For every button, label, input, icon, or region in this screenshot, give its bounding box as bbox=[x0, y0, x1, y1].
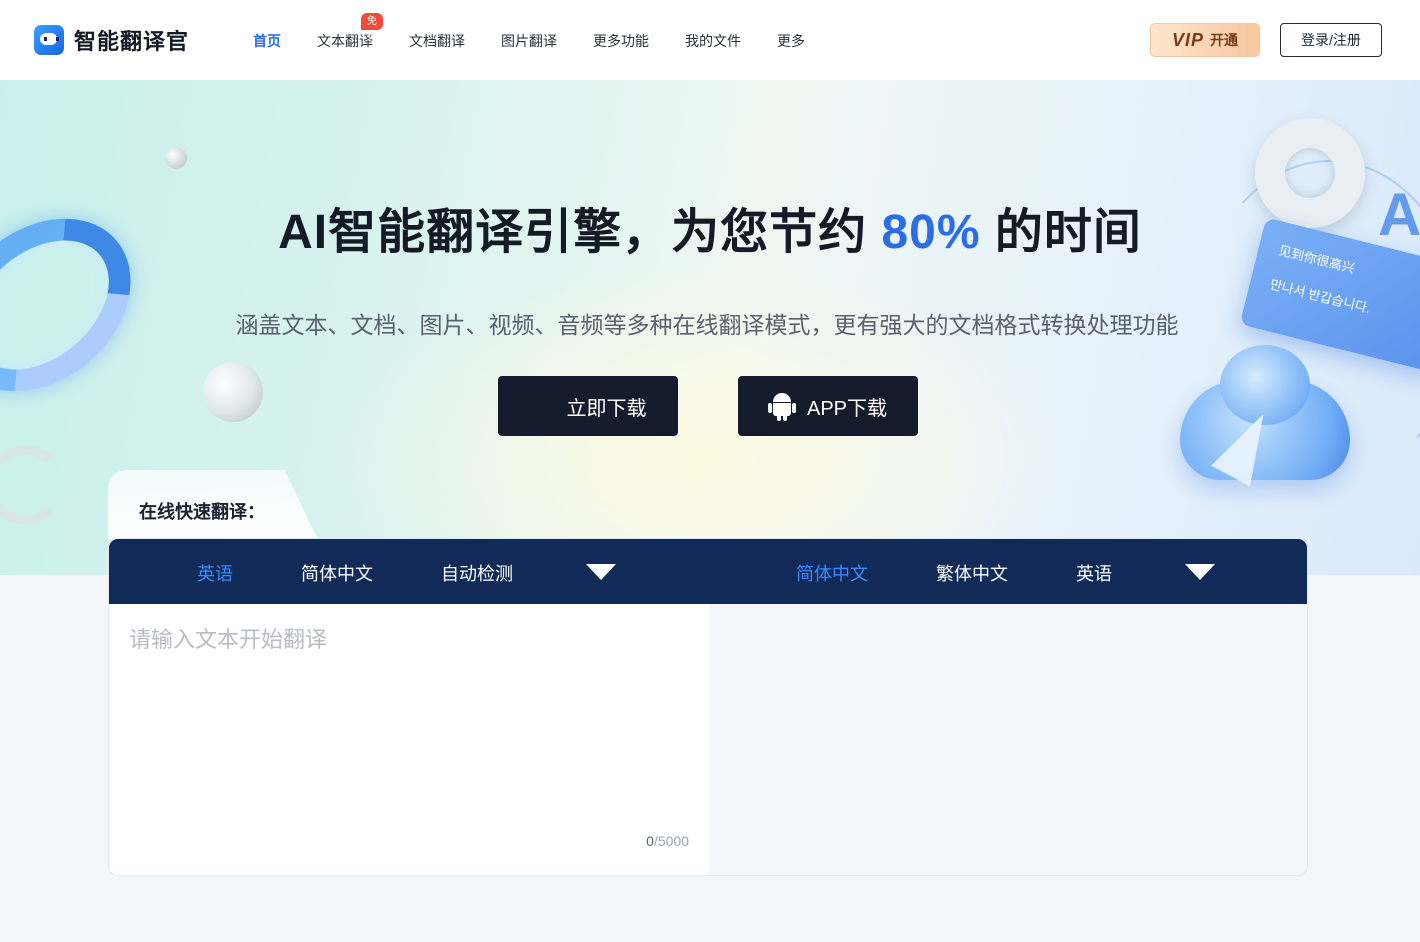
target-lang-simplified-chinese[interactable]: 简体中文 bbox=[796, 560, 868, 586]
login-register-button[interactable]: 登录/注册 bbox=[1280, 23, 1382, 57]
top-header: 智能翻译官 首页 文本翻译 免费 文档翻译 图片翻译 更多功能 我的文件 更多 … bbox=[0, 0, 1420, 80]
nav-item-doc-translate[interactable]: 文档翻译 bbox=[409, 31, 465, 51]
translate-panel: 英语 简体中文 自动检测 简体中文 繁体中文 英语 0/5000 bbox=[108, 538, 1308, 876]
source-lang-auto-detect[interactable]: 自动检测 bbox=[441, 560, 513, 586]
nav-item-text-translate[interactable]: 文本翻译 bbox=[317, 31, 373, 51]
windows-download-button[interactable]: 立即下载 bbox=[498, 376, 678, 436]
hero-title-suffix: 的时间 bbox=[980, 206, 1142, 259]
small-sphere-decoration bbox=[165, 147, 187, 169]
vip-brand: VIP bbox=[1171, 29, 1204, 50]
char-counter: 0/5000 bbox=[646, 833, 689, 849]
vip-open-button[interactable]: VIP 开通 bbox=[1150, 23, 1260, 57]
char-limit: /5000 bbox=[653, 833, 689, 849]
target-text-area bbox=[709, 604, 1307, 875]
android-icon bbox=[767, 391, 796, 421]
brand-name: 智能翻译官 bbox=[74, 29, 190, 54]
app-download-label: APP下载 bbox=[806, 397, 888, 420]
language-bar: 英语 简体中文 自动检测 简体中文 繁体中文 英语 bbox=[109, 539, 1307, 604]
source-text-input[interactable] bbox=[129, 622, 689, 822]
windows-icon bbox=[529, 392, 555, 419]
hero-title-prefix: AI智能翻译引擎，为您节约 bbox=[278, 206, 882, 259]
source-lang-simplified-chinese[interactable]: 简体中文 bbox=[301, 560, 373, 586]
source-lang-english[interactable]: 英语 bbox=[197, 560, 233, 586]
source-text-area: 0/5000 bbox=[109, 604, 709, 875]
nav-item-my-files[interactable]: 我的文件 bbox=[685, 31, 741, 51]
nav-item-more[interactable]: 更多 bbox=[777, 31, 805, 51]
hero-title: AI智能翻译引擎，为您节约 80% 的时间 bbox=[0, 192, 1420, 262]
target-lang-traditional-chinese[interactable]: 繁体中文 bbox=[936, 560, 1008, 586]
coil-decoration bbox=[0, 445, 65, 525]
hero-title-highlight: 80% bbox=[881, 206, 981, 259]
source-lang-dropdown-icon[interactable] bbox=[586, 564, 616, 580]
nav-item-image-translate[interactable]: 图片翻译 bbox=[501, 31, 557, 51]
hero-subtitle: 涵盖文本、文档、图片、视频、音频等多种在线翻译模式，更有强大的文档格式转换处理功… bbox=[235, 312, 1179, 338]
char-count: 0 bbox=[646, 833, 654, 849]
robot-logo-icon bbox=[34, 25, 64, 55]
vip-open-label: 开通 bbox=[1210, 32, 1238, 48]
brand-logo[interactable]: 智能翻译官 bbox=[34, 24, 189, 56]
nav-item-home[interactable]: 首页 bbox=[253, 31, 281, 51]
download-label: 立即下载 bbox=[566, 397, 647, 420]
free-badge: 免费 bbox=[361, 13, 383, 42]
target-lang-english[interactable]: 英语 bbox=[1076, 560, 1112, 586]
quick-translate-label: 在线快速翻译： bbox=[139, 502, 265, 522]
nav-item-more-features[interactable]: 更多功能 bbox=[593, 31, 649, 51]
target-lang-dropdown-icon[interactable] bbox=[1185, 564, 1215, 580]
sphere-decoration bbox=[203, 362, 263, 422]
app-download-button[interactable]: APP下载 bbox=[738, 376, 918, 436]
